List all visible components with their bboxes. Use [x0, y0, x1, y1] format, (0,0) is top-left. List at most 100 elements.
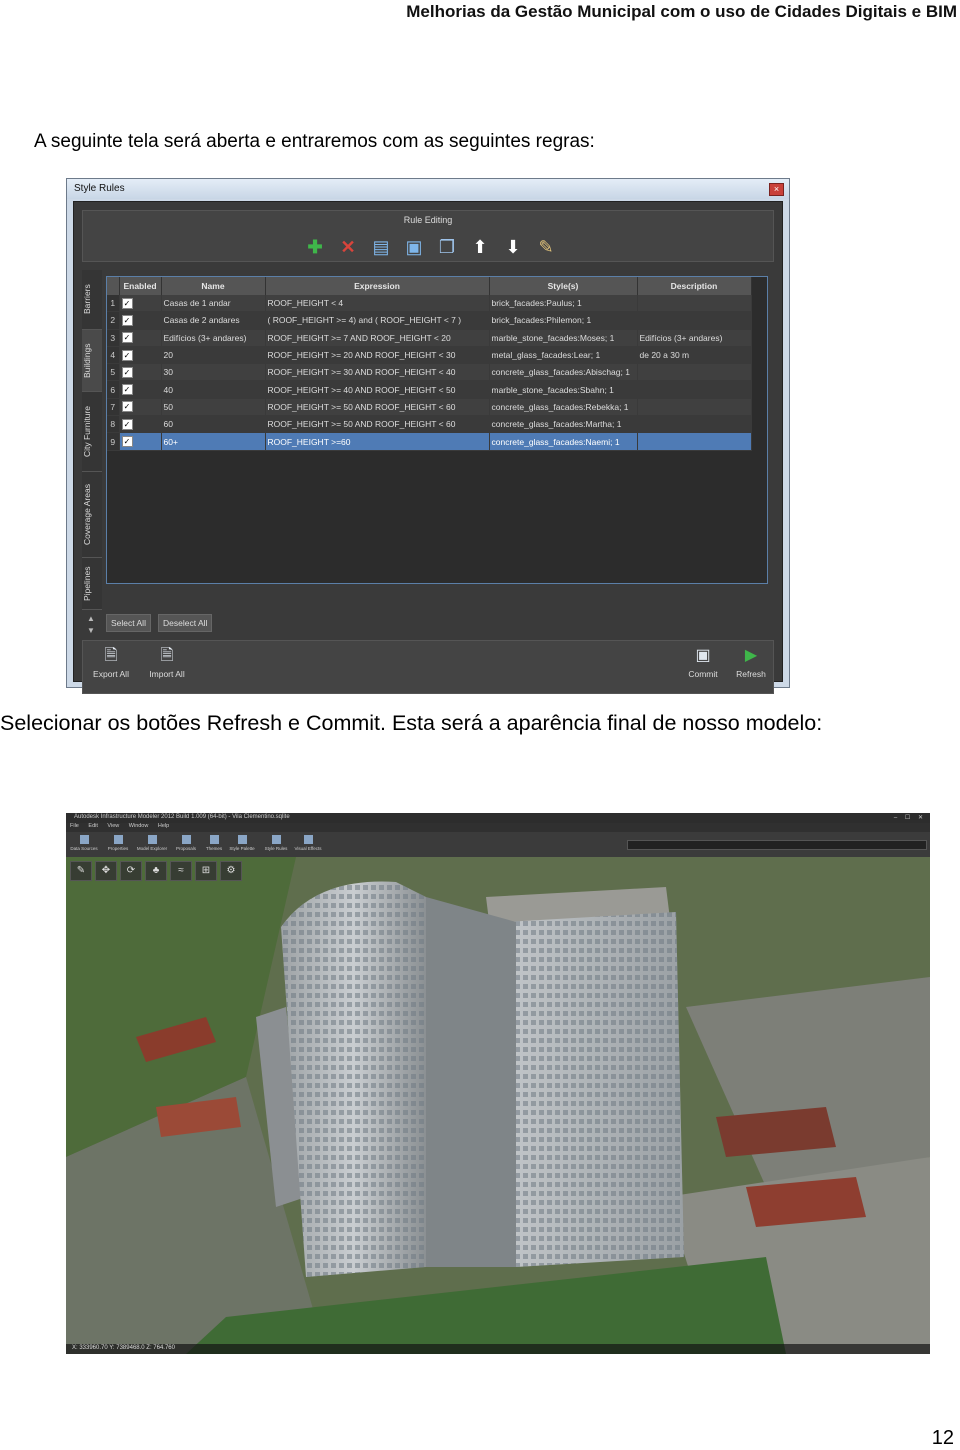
- name-cell[interactable]: 40: [161, 380, 266, 399]
- style-cell[interactable]: concrete_glass_facades:Naemi; 1: [489, 432, 638, 451]
- style-cell[interactable]: metal_glass_facades:Lear; 1: [489, 346, 638, 365]
- expression-cell[interactable]: ROOF_HEIGHT >= 20 AND ROOF_HEIGHT < 30: [265, 346, 490, 365]
- description-cell[interactable]: [637, 415, 752, 434]
- expression-cell[interactable]: ROOF_HEIGHT >= 50 AND ROOF_HEIGHT < 60: [265, 398, 490, 417]
- column-header-expression[interactable]: Expression: [265, 277, 490, 295]
- ribbon-properties[interactable]: Properties: [102, 835, 134, 851]
- close-button[interactable]: ×: [769, 183, 784, 196]
- paste-icon[interactable]: ▣: [404, 237, 424, 257]
- expression-cell[interactable]: ROOF_HEIGHT >= 50 AND ROOF_HEIGHT < 60: [265, 415, 490, 434]
- enabled-checkbox[interactable]: ✓: [121, 297, 133, 309]
- city-3d-view[interactable]: [66, 857, 930, 1354]
- table-row[interactable]: 8 ✓ 60 ROOF_HEIGHT >= 50 AND ROOF_HEIGHT…: [107, 415, 752, 434]
- commit-button[interactable]: ▣ Commit: [683, 647, 723, 679]
- pan-tool-icon[interactable]: ✥: [95, 861, 117, 881]
- deselect-all-button[interactable]: Deselect All: [158, 614, 213, 632]
- description-cell[interactable]: [637, 398, 752, 417]
- description-cell[interactable]: [637, 311, 752, 330]
- description-cell[interactable]: [637, 363, 752, 382]
- expression-cell[interactable]: ROOF_HEIGHT >= 7 AND ROOF_HEIGHT < 20: [265, 329, 490, 347]
- enabled-checkbox[interactable]: ✓: [121, 366, 133, 378]
- name-cell[interactable]: 30: [161, 363, 266, 382]
- menu-view[interactable]: View: [107, 823, 119, 829]
- menu-window[interactable]: Window: [129, 823, 149, 829]
- expression-cell[interactable]: ROOF_HEIGHT >=60: [265, 432, 490, 451]
- description-cell[interactable]: de 20 a 30 m: [637, 346, 752, 365]
- enabled-checkbox[interactable]: ✓: [121, 314, 133, 326]
- tab-pipelines[interactable]: Pipelines: [82, 558, 102, 610]
- model-search-input[interactable]: [627, 840, 927, 850]
- table-row[interactable]: 7 ✓ 50 ROOF_HEIGHT >= 50 AND ROOF_HEIGHT…: [107, 398, 752, 417]
- name-cell[interactable]: Edifícios (3+ andares): [161, 329, 266, 347]
- export-all-button[interactable]: 🗎 Export All: [89, 647, 133, 679]
- column-header-enabled[interactable]: Enabled: [119, 277, 162, 295]
- style-cell[interactable]: concrete_glass_facades:Rebekka; 1: [489, 398, 638, 417]
- name-cell[interactable]: Casas de 1 andar: [161, 295, 266, 313]
- tab-city-furniture[interactable]: City Furniture: [82, 392, 102, 472]
- menu-edit[interactable]: Edit: [88, 823, 97, 829]
- tab-scroll-up-icon[interactable]: ▲: [84, 614, 98, 624]
- style-cell[interactable]: brick_facades:Paulus; 1: [489, 295, 638, 313]
- menu-file[interactable]: File: [70, 823, 79, 829]
- table-row[interactable]: 1 ✓ Casas de 1 andar ROOF_HEIGHT < 4 bri…: [107, 295, 752, 313]
- expression-cell[interactable]: ROOF_HEIGHT < 4: [265, 295, 490, 313]
- style-cell[interactable]: concrete_glass_facades:Abischag; 1: [489, 363, 638, 382]
- style-cell[interactable]: concrete_glass_facades:Martha; 1: [489, 415, 638, 434]
- add-icon[interactable]: ✚: [305, 237, 325, 257]
- settings-tool-icon[interactable]: ⚙: [220, 861, 242, 881]
- ribbon-style-palette[interactable]: Style Palette: [226, 835, 258, 851]
- edit-icon[interactable]: ✎: [536, 237, 556, 257]
- name-cell[interactable]: 60+: [161, 432, 266, 451]
- column-header-name[interactable]: Name: [161, 277, 266, 295]
- table-row[interactable]: 3 ✓ Edifícios (3+ andares) ROOF_HEIGHT >…: [107, 329, 752, 347]
- expression-cell[interactable]: ROOF_HEIGHT >= 40 AND ROOF_HEIGHT < 50: [265, 380, 490, 399]
- ribbon-model-explorer[interactable]: Model Explorer: [136, 835, 168, 851]
- column-header-description[interactable]: Description: [637, 277, 752, 295]
- description-cell[interactable]: Edifícios (3+ andares): [637, 329, 752, 347]
- enabled-checkbox[interactable]: ✓: [121, 384, 133, 396]
- orbit-tool-icon[interactable]: ⟳: [120, 861, 142, 881]
- enabled-checkbox[interactable]: ✓: [121, 332, 133, 344]
- enabled-checkbox[interactable]: ✓: [121, 436, 133, 448]
- measure-tool-icon[interactable]: ⊞: [195, 861, 217, 881]
- table-row[interactable]: 6 ✓ 40 ROOF_HEIGHT >= 40 AND ROOF_HEIGHT…: [107, 380, 752, 399]
- column-header-styles[interactable]: Style(s): [489, 277, 638, 295]
- table-row[interactable]: 4 ✓ 20 ROOF_HEIGHT >= 20 AND ROOF_HEIGHT…: [107, 346, 752, 365]
- tab-buildings[interactable]: Buildings: [82, 330, 102, 392]
- enabled-checkbox[interactable]: ✓: [121, 401, 133, 413]
- copy-icon[interactable]: ▤: [371, 237, 391, 257]
- name-cell[interactable]: 20: [161, 346, 266, 365]
- table-row[interactable]: 2 ✓ Casas de 2 andares ( ROOF_HEIGHT >= …: [107, 311, 752, 330]
- duplicate-icon[interactable]: ❐: [437, 237, 457, 257]
- description-cell[interactable]: [637, 432, 752, 451]
- window-buttons[interactable]: – ☐ ✕: [894, 814, 926, 821]
- description-cell[interactable]: [637, 380, 752, 399]
- ribbon-data-sources[interactable]: Data Sources: [68, 835, 100, 851]
- name-cell[interactable]: 50: [161, 398, 266, 417]
- delete-icon[interactable]: ✕: [338, 237, 358, 257]
- table-row-selected[interactable]: 9 ✓ 60+ ROOF_HEIGHT >=60 concrete_glass_…: [107, 432, 752, 451]
- move-up-icon[interactable]: ⬆: [470, 237, 490, 257]
- select-tool-icon[interactable]: ✎: [70, 861, 92, 881]
- import-all-button[interactable]: 🗎 Import All: [145, 647, 189, 679]
- table-row[interactable]: 5 ✓ 30 ROOF_HEIGHT >= 30 AND ROOF_HEIGHT…: [107, 363, 752, 382]
- style-cell[interactable]: marble_stone_facades:Sbahn; 1: [489, 380, 638, 399]
- tab-scroll-down-icon[interactable]: ▼: [84, 626, 98, 636]
- name-cell[interactable]: Casas de 2 andares: [161, 311, 266, 330]
- style-cell[interactable]: marble_stone_facades:Moses; 1: [489, 329, 638, 347]
- select-all-button[interactable]: Select All: [106, 614, 151, 632]
- enabled-checkbox[interactable]: ✓: [121, 418, 133, 430]
- tab-coverage-areas[interactable]: Coverage Areas: [82, 472, 102, 558]
- tab-barriers[interactable]: Barriers: [82, 270, 102, 330]
- description-cell[interactable]: [637, 295, 752, 313]
- water-tool-icon[interactable]: ≈: [170, 861, 192, 881]
- tree-tool-icon[interactable]: ♣: [145, 861, 167, 881]
- enabled-checkbox[interactable]: ✓: [121, 349, 133, 361]
- name-cell[interactable]: 60: [161, 415, 266, 434]
- ribbon-style-rules[interactable]: Style Rules: [260, 835, 292, 851]
- ribbon-visual-effects[interactable]: Visual Effects: [292, 835, 324, 851]
- expression-cell[interactable]: ROOF_HEIGHT >= 30 AND ROOF_HEIGHT < 40: [265, 363, 490, 382]
- style-cell[interactable]: brick_facades:Philemon; 1: [489, 311, 638, 330]
- expression-cell[interactable]: ( ROOF_HEIGHT >= 4) and ( ROOF_HEIGHT < …: [265, 311, 490, 330]
- menu-help[interactable]: Help: [158, 823, 169, 829]
